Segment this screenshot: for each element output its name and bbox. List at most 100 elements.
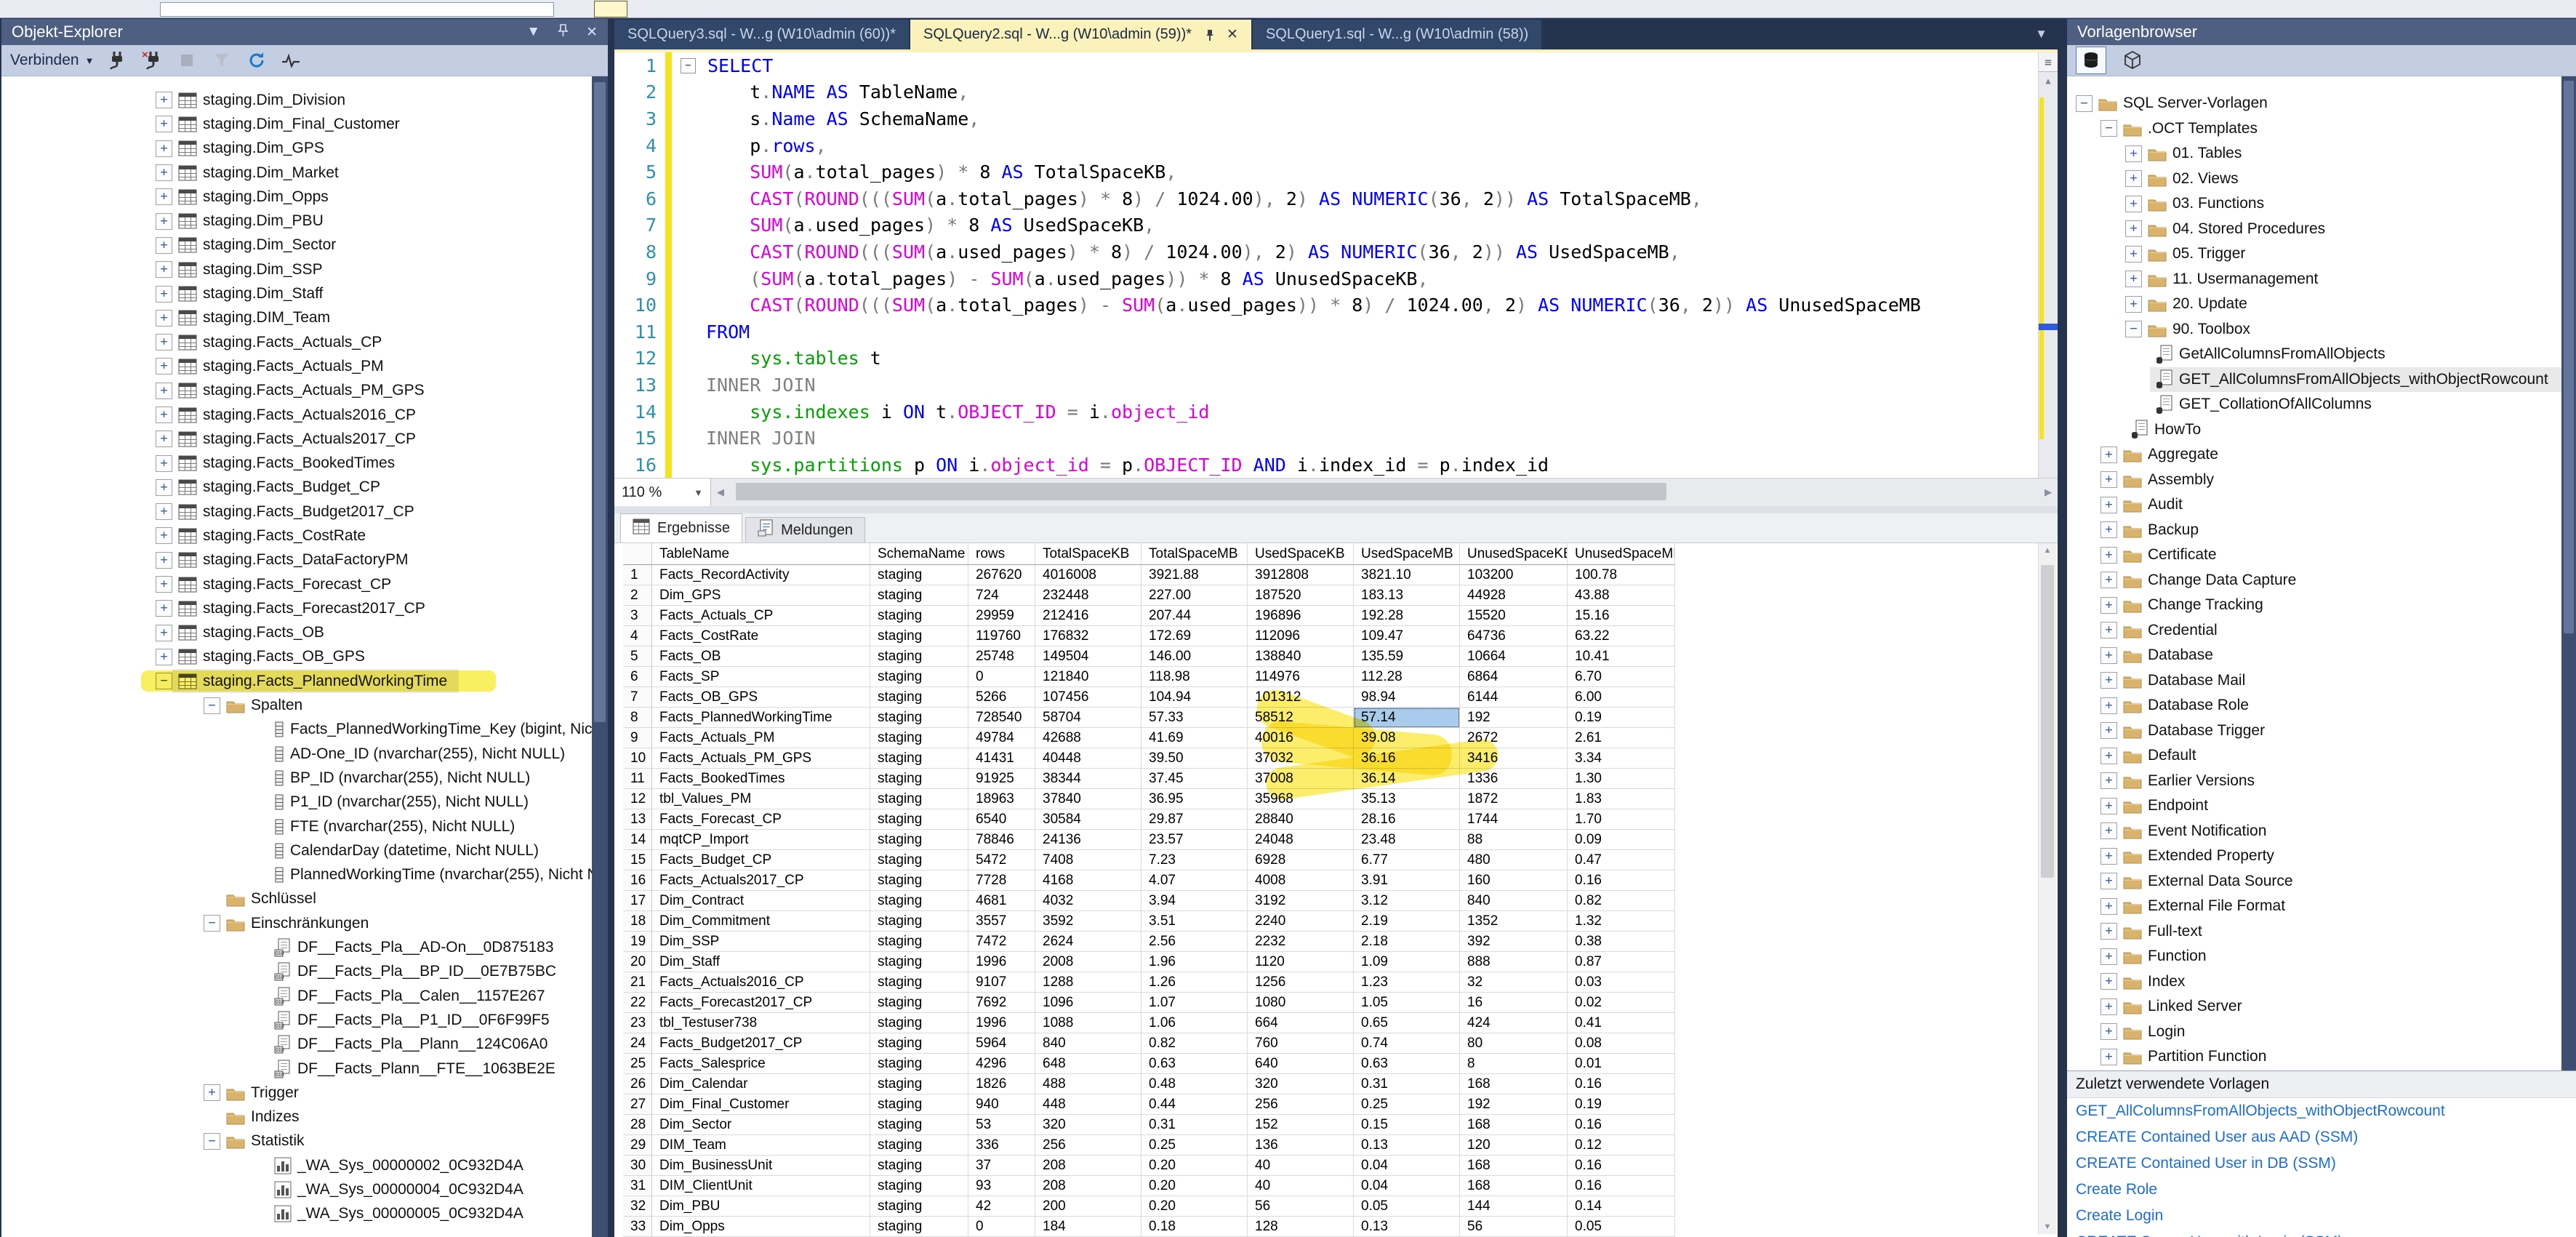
results-cell[interactable]: staging (870, 1156, 968, 1176)
results-cell[interactable]: Facts_SP (652, 667, 870, 687)
results-cell[interactable]: 4032 (1035, 891, 1141, 911)
results-cell[interactable]: 1744 (1460, 809, 1568, 830)
results-cell[interactable]: 4008 (1248, 870, 1354, 891)
tree-item[interactable]: −90. Toolbox (2067, 317, 2576, 343)
results-cell[interactable]: 121840 (1035, 667, 1141, 687)
results-cell[interactable]: 0 (968, 1217, 1035, 1237)
tree-item[interactable]: +Credential (2067, 618, 2576, 644)
tree-item[interactable]: HowTo (2067, 417, 2576, 443)
results-cell[interactable]: staging (870, 565, 968, 585)
results-cell[interactable]: 172.69 (1141, 626, 1248, 646)
results-cell[interactable]: 0.25 (1141, 1135, 1248, 1156)
results-cell[interactable]: Dim_Commitment (652, 911, 870, 932)
expander-icon[interactable]: + (156, 407, 172, 423)
results-cell[interactable]: 940 (968, 1094, 1035, 1115)
results-cell[interactable]: 320 (1035, 1115, 1141, 1135)
editor-zoom-dropdown[interactable]: 110 %▼ (614, 479, 711, 506)
expander-icon[interactable]: − (204, 1133, 220, 1150)
connect-plug-icon[interactable] (105, 49, 129, 72)
row-header[interactable]: 26 (623, 1074, 652, 1094)
row-header[interactable]: 3 (623, 606, 652, 626)
row-header[interactable]: 30 (623, 1156, 652, 1176)
results-cell[interactable]: 23.48 (1354, 830, 1460, 850)
results-cell[interactable]: 64736 (1460, 626, 1568, 646)
results-cell[interactable]: 1826 (968, 1074, 1035, 1094)
results-cell[interactable]: 40 (1248, 1156, 1354, 1176)
results-cell[interactable]: 6.77 (1354, 850, 1460, 870)
results-cell[interactable]: Dim_Contract (652, 891, 870, 911)
results-cell[interactable]: 29959 (968, 606, 1035, 626)
results-cell[interactable]: tbl_Testuser738 (652, 1013, 870, 1033)
results-cell[interactable]: 43.88 (1568, 585, 1675, 606)
results-cell[interactable]: 41431 (968, 748, 1035, 769)
tree-item[interactable]: +Audit (2067, 492, 2576, 518)
expander-icon[interactable]: + (2125, 220, 2142, 237)
results-cell[interactable]: 0.48 (1141, 1074, 1248, 1094)
results-cell[interactable]: staging (870, 708, 968, 728)
results-cell[interactable]: 118.98 (1141, 667, 1248, 687)
template-tree-scrollbar[interactable] (2561, 76, 2576, 1237)
results-cell[interactable]: 0.04 (1354, 1176, 1460, 1196)
tree-item[interactable]: +Change Tracking (2067, 593, 2576, 618)
results-cell[interactable]: 0.31 (1141, 1115, 1248, 1135)
results-cell[interactable]: 1.06 (1141, 1013, 1248, 1033)
toolbar-combobox-fragment[interactable] (160, 2, 554, 17)
stop-icon[interactable] (175, 49, 198, 72)
results-cell[interactable]: Dim_Calendar (652, 1074, 870, 1094)
results-cell[interactable]: 0.03 (1568, 972, 1675, 993)
row-header[interactable]: 20 (623, 952, 652, 972)
tree-item[interactable]: 010DF__Facts_Pla__Calen__1157E267 (1, 984, 608, 1008)
results-cell[interactable]: 42 (968, 1196, 1035, 1217)
results-cell[interactable]: staging (870, 1196, 968, 1217)
results-cell[interactable]: staging (870, 789, 968, 809)
results-cell[interactable]: 1.09 (1354, 952, 1460, 972)
results-cell[interactable]: 168 (1460, 1176, 1568, 1196)
results-cell[interactable]: staging (870, 1033, 968, 1054)
results-cell[interactable]: 6.00 (1568, 687, 1675, 708)
results-cell[interactable]: 212416 (1035, 606, 1141, 626)
results-cell[interactable]: 53 (968, 1115, 1035, 1135)
results-cell[interactable]: 336 (968, 1135, 1035, 1156)
results-cell[interactable]: 3921.88 (1141, 565, 1248, 585)
results-cell[interactable]: 0.12 (1568, 1135, 1675, 1156)
results-cell[interactable]: staging (870, 646, 968, 667)
tree-item[interactable]: +04. Stored Procedures (2067, 217, 2576, 242)
results-cell[interactable]: 2008 (1035, 952, 1141, 972)
results-cell[interactable]: Dim_BusinessUnit (652, 1156, 870, 1176)
results-cell[interactable]: 3192 (1248, 891, 1354, 911)
results-cell[interactable]: Dim_SSP (652, 932, 870, 952)
document-tab[interactable]: SQLQuery3.sql - W...g (W10\admin (60))* (614, 20, 909, 49)
close-icon[interactable]: ✕ (586, 24, 598, 41)
results-cell[interactable]: staging (870, 830, 968, 850)
select-all-corner[interactable] (623, 543, 652, 565)
column-header[interactable]: TableName (652, 543, 870, 565)
row-header[interactable]: 2 (623, 585, 652, 606)
expander-icon[interactable]: + (156, 334, 172, 351)
results-cell[interactable]: 7.23 (1141, 850, 1248, 870)
recent-template-link[interactable]: Create Role (2067, 1177, 2576, 1203)
results-cell[interactable]: Facts_Actuals2017_CP (652, 870, 870, 891)
toolbar-button-fragment[interactable] (594, 1, 627, 17)
results-cell[interactable]: 0.20 (1141, 1156, 1248, 1176)
expander-icon[interactable]: + (204, 1084, 220, 1101)
row-header[interactable]: 23 (623, 1013, 652, 1033)
results-cell[interactable]: 23.57 (1141, 830, 1248, 850)
results-cell[interactable]: 56 (1248, 1196, 1354, 1217)
results-cell[interactable]: staging (870, 809, 968, 830)
results-cell[interactable]: DIM_ClientUnit (652, 1176, 870, 1196)
row-header[interactable]: 27 (623, 1094, 652, 1115)
expander-icon[interactable]: + (2125, 296, 2142, 313)
results-cell[interactable]: mqtCP_Import (652, 830, 870, 850)
row-header[interactable]: 14 (623, 830, 652, 850)
results-cell[interactable]: 2624 (1035, 932, 1141, 952)
results-cell[interactable]: staging (870, 1013, 968, 1033)
recent-template-link[interactable]: CREATE Server User with Login (SSM) (2067, 1229, 2576, 1237)
results-cell[interactable]: 39.50 (1141, 748, 1248, 769)
results-cell[interactable]: 6540 (968, 809, 1035, 830)
results-cell[interactable]: 1.32 (1568, 911, 1675, 932)
results-cell[interactable]: 35.13 (1354, 789, 1460, 809)
expander-icon[interactable]: + (156, 213, 172, 230)
results-cell[interactable]: 152 (1248, 1115, 1354, 1135)
tree-item[interactable]: +staging.Facts_CostRate (1, 524, 608, 548)
expander-icon[interactable]: + (2100, 572, 2117, 588)
